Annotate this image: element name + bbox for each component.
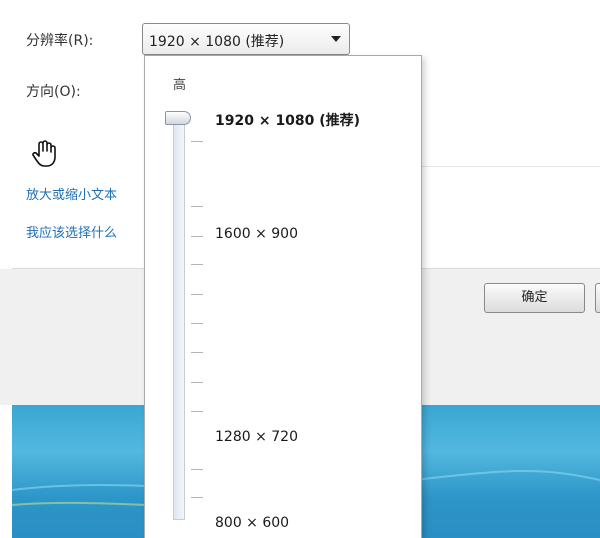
link-what-to-choose[interactable]: 我应该选择什么	[26, 222, 144, 241]
slider-tick	[191, 141, 203, 142]
resolution-dropdown[interactable]: 1920 × 1080 (推荐)	[142, 23, 350, 55]
resolution-option[interactable]: 800 × 600	[215, 515, 289, 531]
chevron-down-icon[interactable]	[331, 36, 341, 42]
resolution-slider-thumb[interactable]	[165, 111, 191, 125]
slider-tick	[191, 469, 203, 470]
resolution-slider-track[interactable]	[173, 118, 185, 520]
slider-tick	[191, 497, 203, 498]
resolution-option[interactable]: 1920 × 1080 (推荐)	[215, 110, 360, 130]
slider-tick	[191, 264, 203, 265]
slider-tick	[191, 323, 203, 324]
slider-high-label: 高	[173, 78, 187, 93]
resolution-option[interactable]: 1600 × 900	[215, 226, 298, 242]
cancel-button[interactable]	[595, 283, 600, 313]
slider-tick	[191, 352, 203, 353]
slider-tick	[191, 236, 203, 237]
resolution-selected-value: 1920 × 1080 (推荐)	[149, 34, 285, 50]
resolution-label: 分辨率(R):	[26, 33, 94, 49]
slider-tick	[191, 382, 203, 383]
hand-pointer-icon	[32, 140, 56, 167]
orientation-label: 方向(O):	[26, 84, 81, 100]
resolution-option[interactable]: 1280 × 720	[215, 429, 298, 445]
slider-tick	[191, 294, 203, 295]
slider-tick	[191, 411, 203, 412]
slider-tick	[191, 206, 203, 207]
link-text-size[interactable]: 放大或缩小文本	[26, 184, 144, 203]
resolution-slider-panel: 高 1920 × 1080 (推荐) 1600 × 900 1280 × 720…	[144, 55, 422, 538]
ok-button[interactable]: 确定	[484, 283, 585, 313]
